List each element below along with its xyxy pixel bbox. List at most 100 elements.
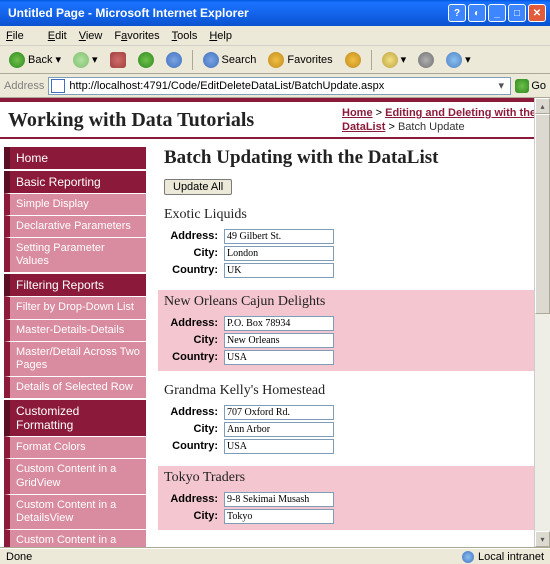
sidebar: Home Basic Reporting Simple Display Decl… [0, 139, 150, 548]
city-input[interactable] [224, 333, 334, 348]
help-button[interactable]: ? [448, 4, 466, 22]
edit-button[interactable]: ▾ [441, 49, 476, 71]
country-input[interactable] [224, 350, 334, 365]
sidebar-item[interactable]: Custom Content in a [4, 529, 146, 548]
scroll-down-button[interactable]: ▾ [535, 531, 550, 547]
back-button[interactable]: Back▾ [4, 49, 66, 71]
history-button[interactable] [340, 49, 366, 71]
city-label: City: [164, 510, 224, 522]
breadcrumb-home[interactable]: Home [342, 107, 373, 119]
home-button[interactable] [161, 49, 187, 71]
chevron-down-icon[interactable]: ▾ [494, 79, 508, 92]
address-label: Address: [164, 317, 224, 329]
sidebar-item[interactable]: Master-Details-Details [4, 319, 146, 341]
city-input[interactable] [224, 422, 334, 437]
theme-button[interactable]: ◐ [468, 4, 486, 22]
sidebar-item[interactable]: Custom Content in a DetailsView [4, 494, 146, 529]
security-zone: Local intranet [462, 551, 544, 563]
scroll-up-button[interactable]: ▴ [535, 98, 550, 114]
go-icon [515, 79, 529, 93]
sidebar-item[interactable]: Declarative Parameters [4, 215, 146, 237]
breadcrumb: Home > Editing and Deleting with the Dat… [342, 106, 542, 135]
supplier-name: Exotic Liquids [164, 207, 540, 223]
sidebar-item[interactable]: Custom Content in a GridView [4, 458, 146, 493]
favorites-button[interactable]: Favorites [263, 49, 337, 71]
update-all-button[interactable]: Update All [164, 179, 232, 195]
scroll-thumb[interactable] [535, 114, 550, 314]
menu-edit[interactable]: Edit [48, 30, 67, 42]
status-bar: Done Local intranet [0, 548, 550, 564]
toolbar: Back▾ ▾ Search Favorites ▾ ▾ [0, 46, 550, 74]
country-input[interactable] [224, 263, 334, 278]
mail-button[interactable]: ▾ [377, 49, 412, 71]
address-input[interactable] [224, 229, 334, 244]
supplier-block: Exotic Liquids Address: City: Country: [164, 207, 540, 278]
refresh-button[interactable] [133, 49, 159, 71]
menu-help[interactable]: Help [209, 30, 232, 42]
print-button[interactable] [413, 49, 439, 71]
edit-icon [446, 52, 462, 68]
menu-file[interactable]: File [6, 30, 36, 42]
address-input[interactable] [224, 405, 334, 420]
toolbar-separator [371, 50, 372, 70]
supplier-name: New Orleans Cajun Delights [164, 294, 540, 310]
supplier-block: Grandma Kelly's Homestead Address: City:… [164, 383, 540, 454]
address-input[interactable] [224, 316, 334, 331]
address-label: Address: [164, 230, 224, 242]
site-title: Working with Data Tutorials [8, 109, 342, 132]
mail-icon [382, 52, 398, 68]
supplier-block: Tokyo Traders Address: City: [158, 466, 546, 530]
country-label: Country: [164, 351, 224, 363]
address-bar: Address http://localhost:4791/Code/EditD… [0, 74, 550, 98]
toolbar-separator [192, 50, 193, 70]
menu-bar: File Edit View Favorites Tools Help [0, 26, 550, 46]
sidebar-item-home[interactable]: Home [4, 147, 146, 169]
maximize-button[interactable]: □ [508, 4, 526, 22]
search-button[interactable]: Search [198, 49, 262, 71]
menu-tools[interactable]: Tools [172, 30, 198, 42]
go-button[interactable]: Go [515, 79, 546, 93]
menu-view[interactable]: View [79, 30, 103, 42]
country-input[interactable] [224, 439, 334, 454]
address-input[interactable] [224, 492, 334, 507]
sidebar-item[interactable]: Format Colors [4, 436, 146, 458]
sidebar-item[interactable]: Simple Display [4, 193, 146, 215]
minimize-button[interactable]: _ [488, 4, 506, 22]
sidebar-item[interactable]: Details of Selected Row [4, 376, 146, 398]
scroll-track[interactable] [535, 114, 550, 531]
window-title: Untitled Page - Microsoft Internet Explo… [4, 6, 446, 20]
sidebar-item[interactable]: Filter by Drop-Down List [4, 296, 146, 318]
sidebar-item[interactable]: Master/Detail Across Two Pages [4, 341, 146, 376]
city-label: City: [164, 247, 224, 259]
supplier-name: Tokyo Traders [164, 470, 540, 486]
home-icon [166, 52, 182, 68]
city-input[interactable] [224, 246, 334, 261]
chevron-down-icon: ▾ [55, 53, 61, 66]
city-label: City: [164, 334, 224, 346]
star-icon [268, 52, 284, 68]
menu-favorites[interactable]: Favorites [114, 30, 159, 42]
sidebar-cat-formatting[interactable]: Customized Formatting [4, 400, 146, 436]
country-label: Country: [164, 264, 224, 276]
supplier-name: Grandma Kelly's Homestead [164, 383, 540, 399]
supplier-block: New Orleans Cajun Delights Address: City… [158, 290, 546, 371]
stop-button[interactable] [105, 49, 131, 71]
print-icon [418, 52, 434, 68]
city-input[interactable] [224, 509, 334, 524]
close-button[interactable]: ✕ [528, 4, 546, 22]
search-icon [203, 52, 219, 68]
history-icon [345, 52, 361, 68]
globe-icon [462, 551, 474, 563]
browser-viewport: Working with Data Tutorials Home > Editi… [0, 98, 550, 548]
forward-button[interactable]: ▾ [68, 49, 103, 71]
sidebar-item[interactable]: Setting Parameter Values [4, 237, 146, 272]
breadcrumb-current: Batch Update [398, 121, 465, 133]
sidebar-cat-filtering[interactable]: Filtering Reports [4, 274, 146, 296]
sidebar-cat-basic-reporting[interactable]: Basic Reporting [4, 171, 146, 193]
url-input[interactable]: http://localhost:4791/Code/EditDeleteDat… [48, 77, 511, 95]
refresh-icon [138, 52, 154, 68]
country-label: Country: [164, 440, 224, 452]
vertical-scrollbar[interactable]: ▴ ▾ [534, 98, 550, 547]
address-label: Address: [164, 406, 224, 418]
page-icon [51, 79, 65, 93]
